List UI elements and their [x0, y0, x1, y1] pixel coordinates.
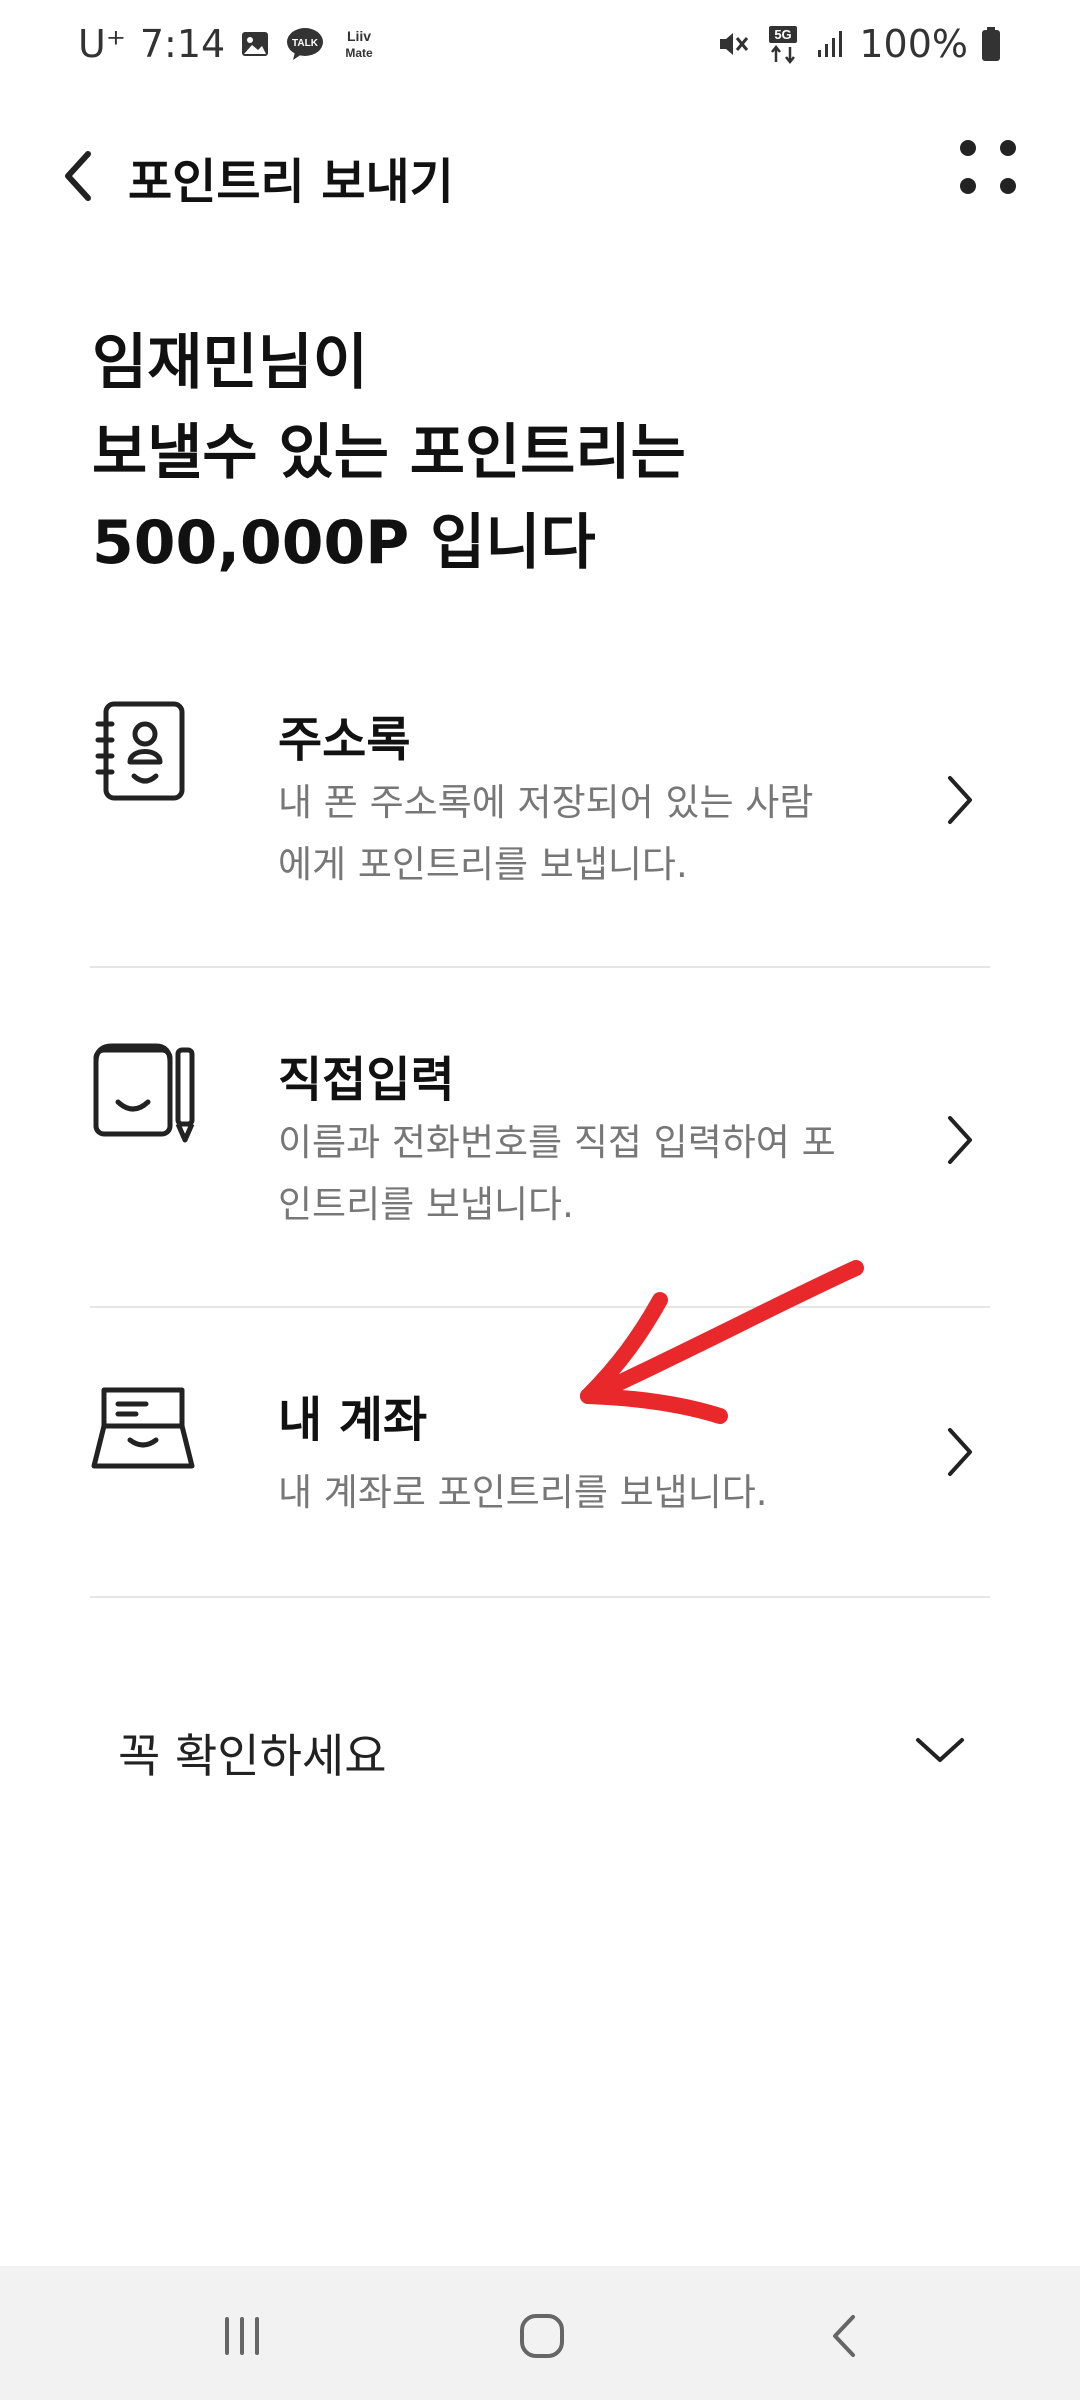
chevron-right-icon	[940, 1110, 980, 1170]
back-nav-button[interactable]	[816, 2306, 876, 2366]
option-description-line: 내 폰 주소록에 저장되어 있는 사람	[278, 781, 814, 824]
red-arrow-annotation	[560, 1240, 890, 1440]
option-description: 내 계좌로 포인트리를 보냅니다.	[278, 1462, 878, 1524]
carrier-label: U⁺	[78, 22, 126, 66]
account-card-icon	[90, 1376, 200, 1486]
menu-dot-icon	[1000, 178, 1016, 194]
liiv-text: Liiv	[347, 28, 371, 44]
back-button[interactable]	[48, 146, 108, 206]
talk-icon: TALK	[285, 26, 325, 62]
option-description-line: 에게 포인트리를 보냅니다.	[278, 843, 688, 886]
back-arrow-icon	[833, 2315, 855, 2357]
option-description-line: 내 계좌로 포인트리를 보냅니다.	[278, 1471, 768, 1514]
option-description-line: 이름과 전화번호를 직접 입력하여 포	[278, 1121, 836, 1164]
status-left: U⁺ 7:14 TALK Liiv Mate	[78, 22, 379, 66]
liiv-mate-icon: Liiv Mate	[339, 26, 379, 62]
option-address-book[interactable]: 주소록 내 폰 주소록에 저장되어 있는 사람 에게 포인트리를 보냅니다.	[90, 690, 990, 930]
menu-dot-icon	[1000, 140, 1016, 156]
talk-icon-text: TALK	[292, 38, 319, 49]
home-icon	[520, 2314, 564, 2358]
divider	[90, 966, 990, 968]
chevron-right-icon	[940, 770, 980, 830]
status-bar: U⁺ 7:14 TALK Liiv Mate 5G 100%	[0, 0, 1080, 92]
option-title: 주소록	[278, 712, 411, 768]
system-nav-bar	[0, 2266, 1080, 2400]
headline-line-2: 보낼수 있는 포인트리는	[92, 418, 686, 488]
option-title: 직접입력	[278, 1052, 455, 1108]
notebook-pen-icon	[90, 1036, 200, 1146]
5g-icon: 5G	[763, 24, 803, 64]
battery-icon	[980, 26, 1002, 62]
headline-line-1: 임재민님이	[92, 328, 368, 398]
status-right: 5G 100%	[715, 22, 1002, 66]
mate-text: Mate	[346, 46, 374, 60]
chevron-left-icon	[65, 151, 91, 201]
chevron-right-icon	[940, 1422, 980, 1482]
recent-apps-icon	[225, 2317, 259, 2355]
notice-accordion[interactable]: 꼭 확인하세요	[90, 1700, 990, 1800]
signal-icon	[815, 28, 847, 60]
mute-icon	[715, 26, 751, 62]
option-description-line: 인트리를 보냅니다.	[278, 1183, 574, 1226]
5g-text: 5G	[775, 27, 792, 42]
address-book-icon	[90, 700, 200, 810]
gallery-icon	[239, 28, 271, 60]
app-header: 포인트리 보내기	[0, 120, 1080, 230]
status-time: 7:14	[139, 22, 226, 66]
option-description: 내 폰 주소록에 저장되어 있는 사람 에게 포인트리를 보냅니다.	[278, 772, 878, 896]
points-headline: 임재민님이 보낼수 있는 포인트리는 500,000P 입니다	[92, 318, 686, 588]
battery-percent: 100%	[859, 22, 968, 66]
option-title: 내 계좌	[278, 1392, 428, 1448]
headline-line-3: 500,000P 입니다	[92, 508, 596, 578]
divider	[90, 1596, 990, 1598]
notice-label: 꼭 확인하세요	[118, 1729, 387, 1783]
recent-apps-button[interactable]	[212, 2306, 272, 2366]
menu-dot-icon	[960, 140, 976, 156]
option-description: 이름과 전화번호를 직접 입력하여 포 인트리를 보냅니다.	[278, 1112, 878, 1236]
menu-dot-icon	[960, 178, 976, 194]
chevron-down-icon	[910, 1730, 970, 1770]
option-direct-input[interactable]: 직접입력 이름과 전화번호를 직접 입력하여 포 인트리를 보냅니다.	[90, 1030, 990, 1270]
home-button[interactable]	[512, 2306, 572, 2366]
page-title: 포인트리 보내기	[128, 154, 454, 210]
more-menu-button[interactable]	[948, 128, 1028, 208]
